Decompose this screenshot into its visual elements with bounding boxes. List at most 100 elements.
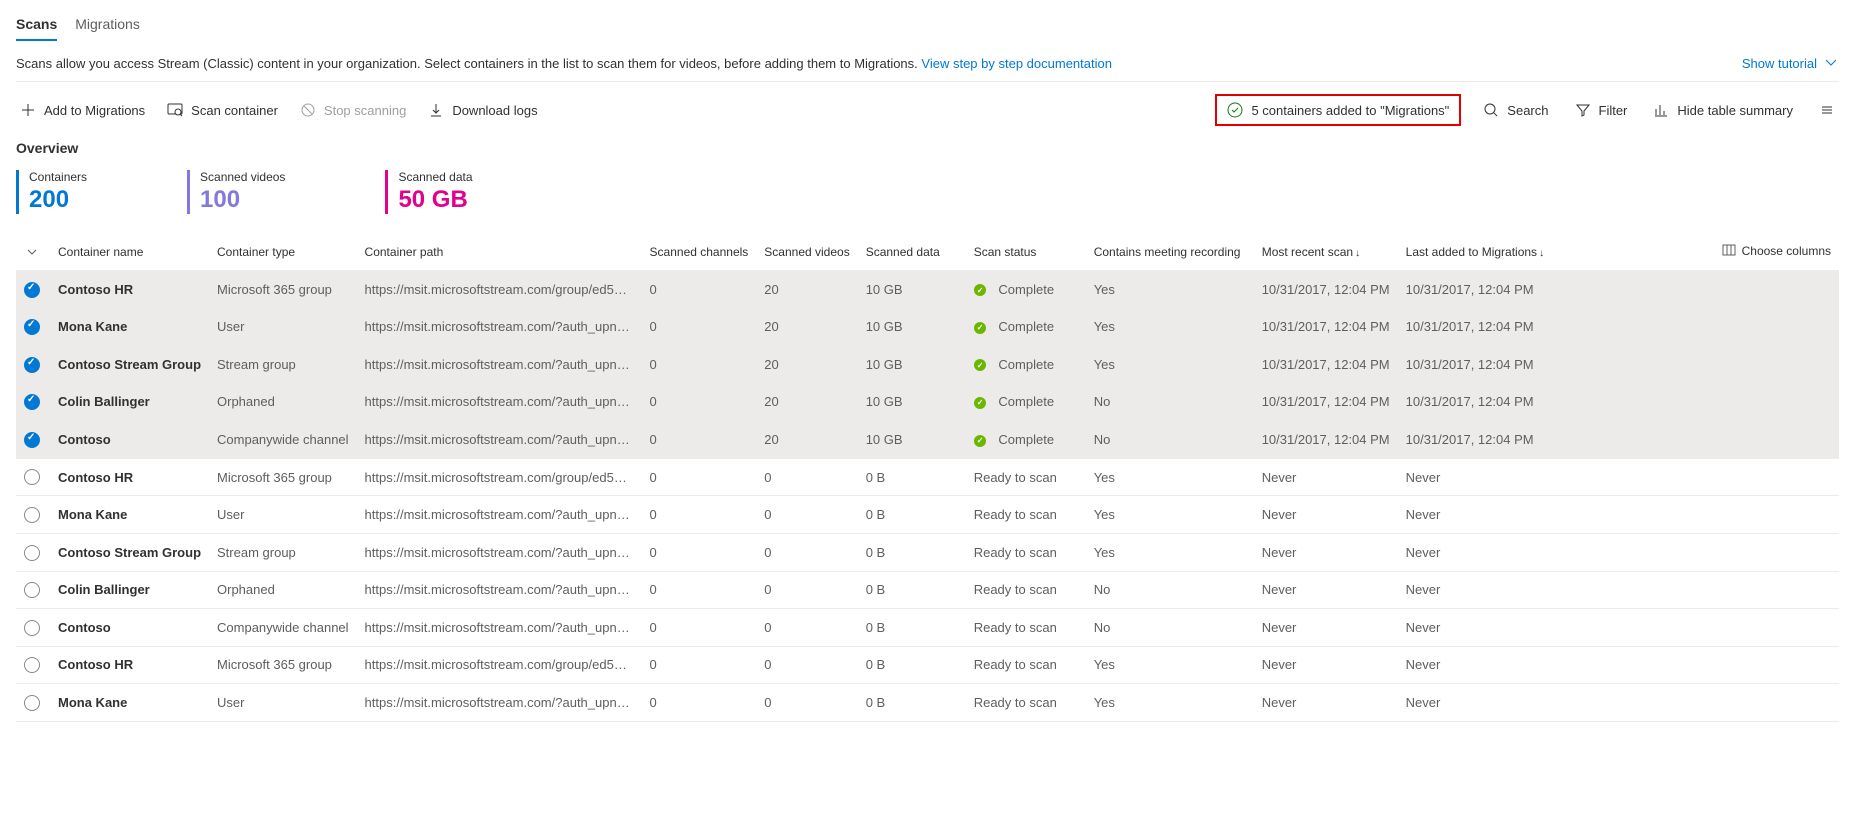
col-meeting[interactable]: Contains meeting recording (1086, 234, 1254, 271)
table-row[interactable]: Contoso Companywide channel https://msit… (16, 609, 1839, 647)
add-to-migrations-button[interactable]: Add to Migrations (16, 98, 149, 122)
plus-icon (20, 102, 36, 118)
table-row[interactable]: Mona Kane User https://msit.microsoftstr… (16, 496, 1839, 534)
cell-meeting: Yes (1086, 308, 1254, 346)
stat-data-value: 50 GB (398, 186, 472, 214)
overview-title: Overview (16, 138, 1839, 170)
download-logs-button[interactable]: Download logs (424, 98, 541, 122)
cell-type: Stream group (209, 346, 357, 384)
tabs: Scans Migrations (16, 0, 1839, 41)
cell-added: Never (1398, 684, 1552, 722)
scan-container-button[interactable]: Scan container (163, 98, 282, 122)
row-checkbox[interactable] (24, 695, 40, 711)
col-data[interactable]: Scanned data (858, 234, 966, 271)
table-row[interactable]: Mona Kane User https://msit.microsoftstr… (16, 684, 1839, 722)
cell-videos: 0 (756, 496, 857, 534)
stop-scanning-button: Stop scanning (296, 98, 410, 122)
col-added[interactable]: Last added to Migrations↓ (1398, 234, 1552, 271)
cell-name: Mona Kane (50, 684, 209, 722)
cell-path: https://msit.microsoftstream.com/?auth_u… (357, 684, 642, 722)
cell-data: 10 GB (858, 271, 966, 309)
cell-recent: 10/31/2017, 12:04 PM (1254, 383, 1398, 421)
cell-videos: 0 (756, 646, 857, 684)
hide-summary-button[interactable]: Hide table summary (1649, 98, 1797, 122)
cell-recent: 10/31/2017, 12:04 PM (1254, 421, 1398, 459)
tab-migrations[interactable]: Migrations (75, 12, 140, 40)
description-bar: Scans allow you access Stream (Classic) … (16, 41, 1839, 82)
tab-scans[interactable]: Scans (16, 12, 57, 40)
cell-added: 10/31/2017, 12:04 PM (1398, 346, 1552, 384)
table-row[interactable]: Contoso Stream Group Stream group https:… (16, 533, 1839, 571)
cell-recent: Never (1254, 458, 1398, 496)
success-message: 5 containers added to "Migrations" (1215, 94, 1461, 126)
cell-channels: 0 (642, 346, 757, 384)
cell-type: Microsoft 365 group (209, 646, 357, 684)
table-row[interactable]: Mona Kane User https://msit.microsoftstr… (16, 308, 1839, 346)
download-label: Download logs (452, 103, 537, 118)
row-checkbox[interactable] (24, 357, 40, 373)
cell-type: Companywide channel (209, 609, 357, 647)
table-row[interactable]: Contoso HR Microsoft 365 group https://m… (16, 458, 1839, 496)
choose-columns-button[interactable]: Choose columns (1552, 234, 1839, 271)
table-row[interactable]: Contoso HR Microsoft 365 group https://m… (16, 646, 1839, 684)
columns-icon (1722, 244, 1738, 260)
search-button[interactable]: Search (1479, 98, 1552, 122)
cell-data: 10 GB (858, 346, 966, 384)
stat-data-label: Scanned data (398, 170, 472, 184)
more-button[interactable] (1815, 98, 1839, 122)
row-checkbox[interactable] (24, 469, 40, 485)
row-checkbox[interactable] (24, 545, 40, 561)
cell-meeting: Yes (1086, 533, 1254, 571)
filter-icon (1575, 102, 1591, 118)
col-channels[interactable]: Scanned channels (642, 234, 757, 271)
cell-type: Microsoft 365 group (209, 458, 357, 496)
table-row[interactable]: Contoso HR Microsoft 365 group https://m… (16, 271, 1839, 309)
cell-recent: 10/31/2017, 12:04 PM (1254, 271, 1398, 309)
cell-status: Complete (966, 346, 1086, 384)
row-checkbox[interactable] (24, 394, 40, 410)
cell-videos: 0 (756, 609, 857, 647)
container-table: Container name Container type Container … (16, 234, 1839, 722)
cell-data: 10 GB (858, 421, 966, 459)
row-checkbox[interactable] (24, 620, 40, 636)
col-select[interactable] (16, 234, 50, 271)
cell-channels: 0 (642, 533, 757, 571)
row-checkbox[interactable] (24, 432, 40, 448)
cell-channels: 0 (642, 421, 757, 459)
col-type[interactable]: Container type (209, 234, 357, 271)
row-checkbox[interactable] (24, 507, 40, 523)
filter-button[interactable]: Filter (1571, 98, 1632, 122)
cell-added: Never (1398, 458, 1552, 496)
table-row[interactable]: Contoso Companywide channel https://msit… (16, 421, 1839, 459)
cell-path: https://msit.microsoftstream.com/?auth_u… (357, 308, 642, 346)
cell-name: Contoso (50, 421, 209, 459)
col-name[interactable]: Container name (50, 234, 209, 271)
cell-videos: 20 (756, 383, 857, 421)
col-status[interactable]: Scan status (966, 234, 1086, 271)
col-videos[interactable]: Scanned videos (756, 234, 857, 271)
cell-added: Never (1398, 609, 1552, 647)
cell-status: Ready to scan (966, 458, 1086, 496)
cell-path: https://msit.microsoftstream.com/?auth_u… (357, 609, 642, 647)
cell-meeting: No (1086, 609, 1254, 647)
row-checkbox[interactable] (24, 282, 40, 298)
search-icon (1483, 102, 1499, 118)
table-row[interactable]: Contoso Stream Group Stream group https:… (16, 346, 1839, 384)
hide-label: Hide table summary (1677, 103, 1793, 118)
row-checkbox[interactable] (24, 319, 40, 335)
success-check-icon (1227, 102, 1243, 118)
col-recent[interactable]: Most recent scan↓ (1254, 234, 1398, 271)
cell-recent: 10/31/2017, 12:04 PM (1254, 308, 1398, 346)
stat-data: Scanned data 50 GB (385, 170, 472, 214)
cell-videos: 20 (756, 346, 857, 384)
cell-name: Mona Kane (50, 308, 209, 346)
table-row[interactable]: Colin Ballinger Orphaned https://msit.mi… (16, 571, 1839, 609)
cell-added: 10/31/2017, 12:04 PM (1398, 421, 1552, 459)
col-path[interactable]: Container path (357, 234, 642, 271)
doc-link[interactable]: View step by step documentation (921, 56, 1112, 71)
show-tutorial-button[interactable]: Show tutorial (1742, 55, 1839, 71)
row-checkbox[interactable] (24, 657, 40, 673)
row-checkbox[interactable] (24, 582, 40, 598)
table-row[interactable]: Colin Ballinger Orphaned https://msit.mi… (16, 383, 1839, 421)
cell-path: https://msit.microsoftstream.com/?auth_u… (357, 346, 642, 384)
